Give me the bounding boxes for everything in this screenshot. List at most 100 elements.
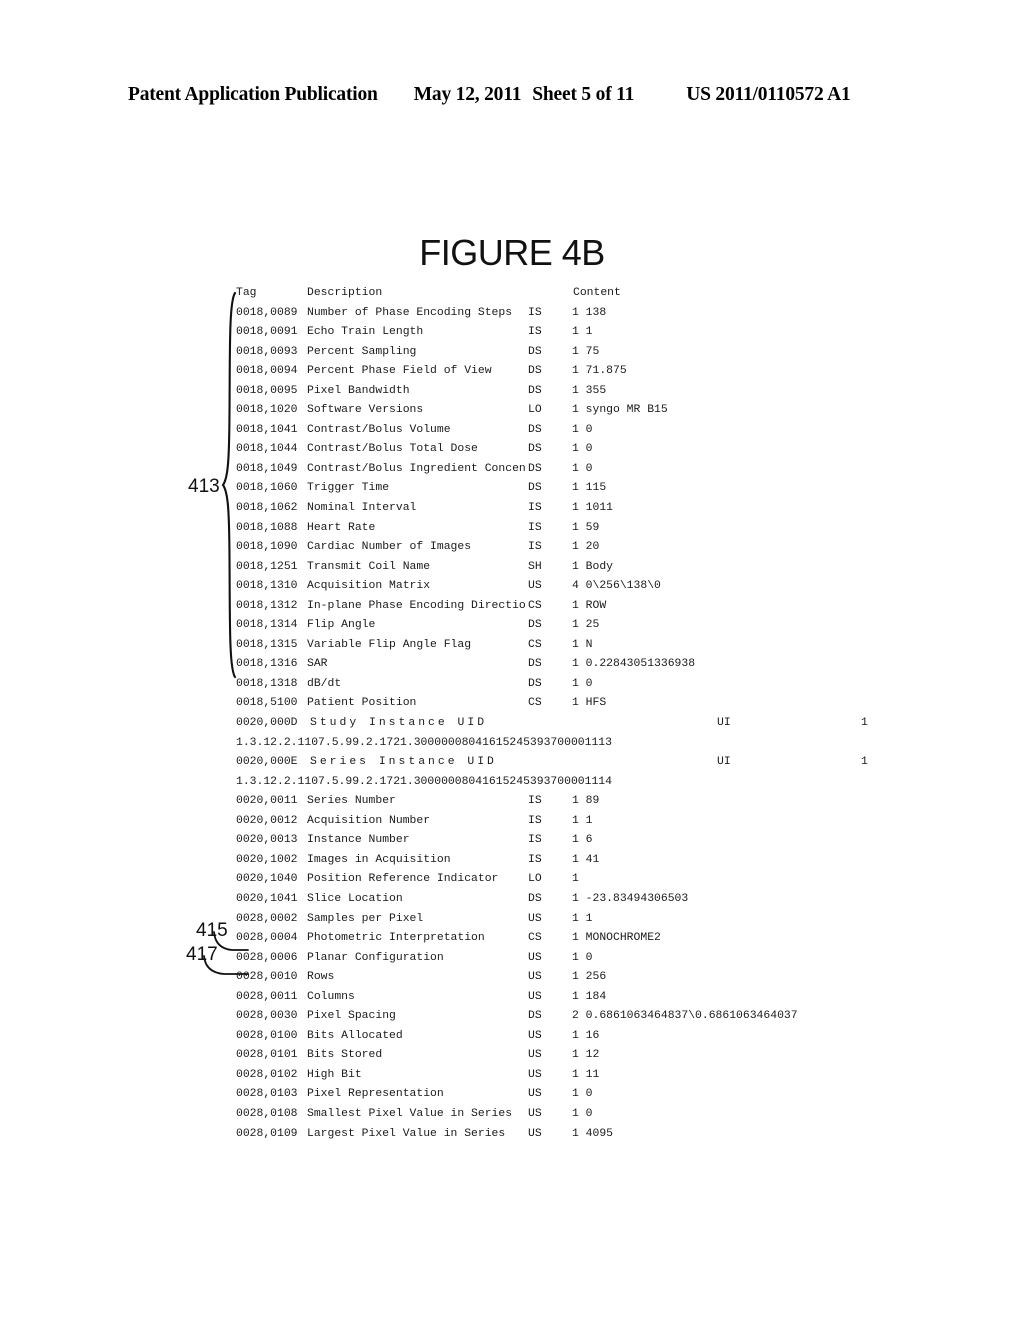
row-description: Planar Configuration [307, 951, 444, 964]
listing-row: 0028,0004 Photometric Interpretation CS 1 M… [236, 929, 976, 949]
row-description: Smallest Pixel Value in Series [307, 1107, 513, 1120]
listing-row: 0018,5100 Patient Position CS 1 HFS [236, 694, 976, 714]
row-content: 1 16 [572, 1029, 600, 1042]
row-description: Bits Allocated [307, 1029, 403, 1042]
listing-row: 0020,000D Study Instance UID UI 1 [236, 714, 976, 734]
row-description: SAR [307, 658, 328, 671]
row-value-representation: DS [528, 677, 542, 690]
row-description: Series Instance UID [310, 756, 497, 769]
row-description: Nominal Interval [307, 502, 417, 515]
row-value-representation: IS [528, 541, 542, 554]
row-description: Images in Acquisition [307, 853, 451, 866]
row-value-representation: IS [528, 521, 542, 534]
listing-row: 0018,0091 Echo Train Length IS 1 1 [236, 323, 976, 343]
row-description: In-plane Phase Encoding Directio [307, 599, 526, 612]
row-content: 1 0 [572, 677, 593, 690]
row-value-representation: US [528, 580, 542, 593]
row-description: Cardiac Number of Images [307, 541, 472, 554]
listing-header-row: Tag Description Content [236, 284, 976, 304]
row-value-representation: US [528, 971, 542, 984]
row-tag: 0018,0089 [236, 306, 298, 319]
row-description: Instance Number [307, 834, 410, 847]
row-description: Acquisition Matrix [307, 580, 431, 593]
listing-row: 0018,1318 dB/dt DS 1 0 [236, 675, 976, 695]
row-value-representation: DS [528, 384, 542, 397]
listing-row: 0028,0108 Smallest Pixel Value in Series U… [236, 1105, 976, 1125]
row-tag: 0020,1002 [236, 853, 298, 866]
row-tag: 0018,0091 [236, 326, 298, 339]
row-description: Transmit Coil Name [307, 560, 431, 573]
row-value-representation: LO [528, 404, 542, 417]
listing-row: 0018,1316 SAR DS 1 0.22843051336938 [236, 655, 976, 675]
listing-row: 0018,1310 Acquisition Matrix US 4 0\256\138… [236, 577, 976, 597]
row-description: Slice Location [307, 892, 403, 905]
figure-title: FIGURE 4B [419, 232, 605, 273]
row-tag: 0020,0013 [236, 834, 298, 847]
row-tag: 0018,1310 [236, 580, 298, 593]
row-tag: 0018,1316 [236, 658, 298, 671]
row-tag: 0028,0006 [236, 951, 298, 964]
row-content: 1 1011 [572, 502, 614, 515]
row-value-representation: IS [528, 502, 542, 515]
row-description: Columns [307, 990, 355, 1003]
listing-row: 0020,1040 Position Reference Indicator LO 1 [236, 870, 976, 890]
listing-row: 0028,0101 Bits Stored US 1 12 [236, 1046, 976, 1066]
row-value-representation: CS [528, 638, 542, 651]
row-tag: 0018,1315 [236, 638, 298, 651]
row-description: Percent Phase Field of View [307, 365, 492, 378]
dicom-tag-listing: Tag Description Content 0018,0089 Number of … [236, 284, 976, 1144]
row-value-representation: DS [528, 462, 542, 475]
row-value-representation: CS [528, 932, 542, 945]
row-value-multiplicity: 1 [861, 756, 868, 769]
listing-row: 0018,1041 Contrast/Bolus Volume DS 1 0 [236, 421, 976, 441]
row-value-representation: IS [528, 326, 542, 339]
row-tag: 0018,1318 [236, 677, 298, 690]
row-value-representation: IS [528, 306, 542, 319]
row-content: 1 12 [572, 1049, 600, 1062]
row-tag: 0018,0093 [236, 345, 298, 358]
row-description: Software Versions [307, 404, 424, 417]
row-description: Echo Train Length [307, 326, 424, 339]
row-content: 1 59 [572, 521, 600, 534]
listing-row: 0028,0006 Planar Configuration US 1 0 [236, 949, 976, 969]
row-content: 1 355 [572, 384, 607, 397]
row-value-representation: DS [528, 1010, 542, 1023]
listing-row: 0018,0094 Percent Phase Field of View DS 1 … [236, 362, 976, 382]
row-tag: 0028,0010 [236, 971, 298, 984]
listing-row: 0018,1315 Variable Flip Angle Flag CS 1 N [236, 636, 976, 656]
row-description: Pixel Bandwidth [307, 384, 410, 397]
column-header-tag: Tag [236, 287, 257, 299]
row-value-representation: DS [528, 658, 542, 671]
row-description: Pixel Spacing [307, 1010, 396, 1023]
row-value-representation: SH [528, 560, 542, 573]
row-tag: 0018,1312 [236, 599, 298, 612]
row-content: 1 ROW [572, 599, 607, 612]
row-value-representation: DS [528, 619, 542, 632]
row-description: Flip Angle [307, 619, 376, 632]
listing-row-uid-value: 1.3.12.2.1107.5.99.2.1721.30000008041615… [236, 773, 976, 793]
row-content: 1 6 [572, 834, 593, 847]
row-value-representation: CS [528, 599, 542, 612]
row-tag: 0028,0101 [236, 1049, 298, 1062]
row-value-representation: UI [717, 756, 731, 769]
row-description: Percent Sampling [307, 345, 417, 358]
row-tag: 0028,0108 [236, 1107, 298, 1120]
listing-row: 0018,1251 Transmit Coil Name SH 1 Body [236, 558, 976, 578]
row-description: Samples per Pixel [307, 912, 424, 925]
row-content: 1 1 [572, 326, 593, 339]
listing-row: 0020,000E Series Instance UID UI 1 [236, 753, 976, 773]
row-description: Rows [307, 971, 335, 984]
row-value-representation: US [528, 1068, 542, 1081]
row-description: Contrast/Bolus Ingredient Concen [307, 462, 526, 475]
row-content: 1 [572, 873, 579, 886]
row-value-representation: DS [528, 365, 542, 378]
row-content: 1 HFS [572, 697, 607, 710]
row-value-representation: LO [528, 873, 542, 886]
row-content: 1 0 [572, 443, 593, 456]
row-tag: 0018,1314 [236, 619, 298, 632]
row-content: 1 MONOCHROME2 [572, 932, 661, 945]
row-content: 1 184 [572, 990, 607, 1003]
row-description: Bits Stored [307, 1049, 383, 1062]
row-content: 1 71.875 [572, 365, 627, 378]
row-tag: 0018,1049 [236, 462, 298, 475]
